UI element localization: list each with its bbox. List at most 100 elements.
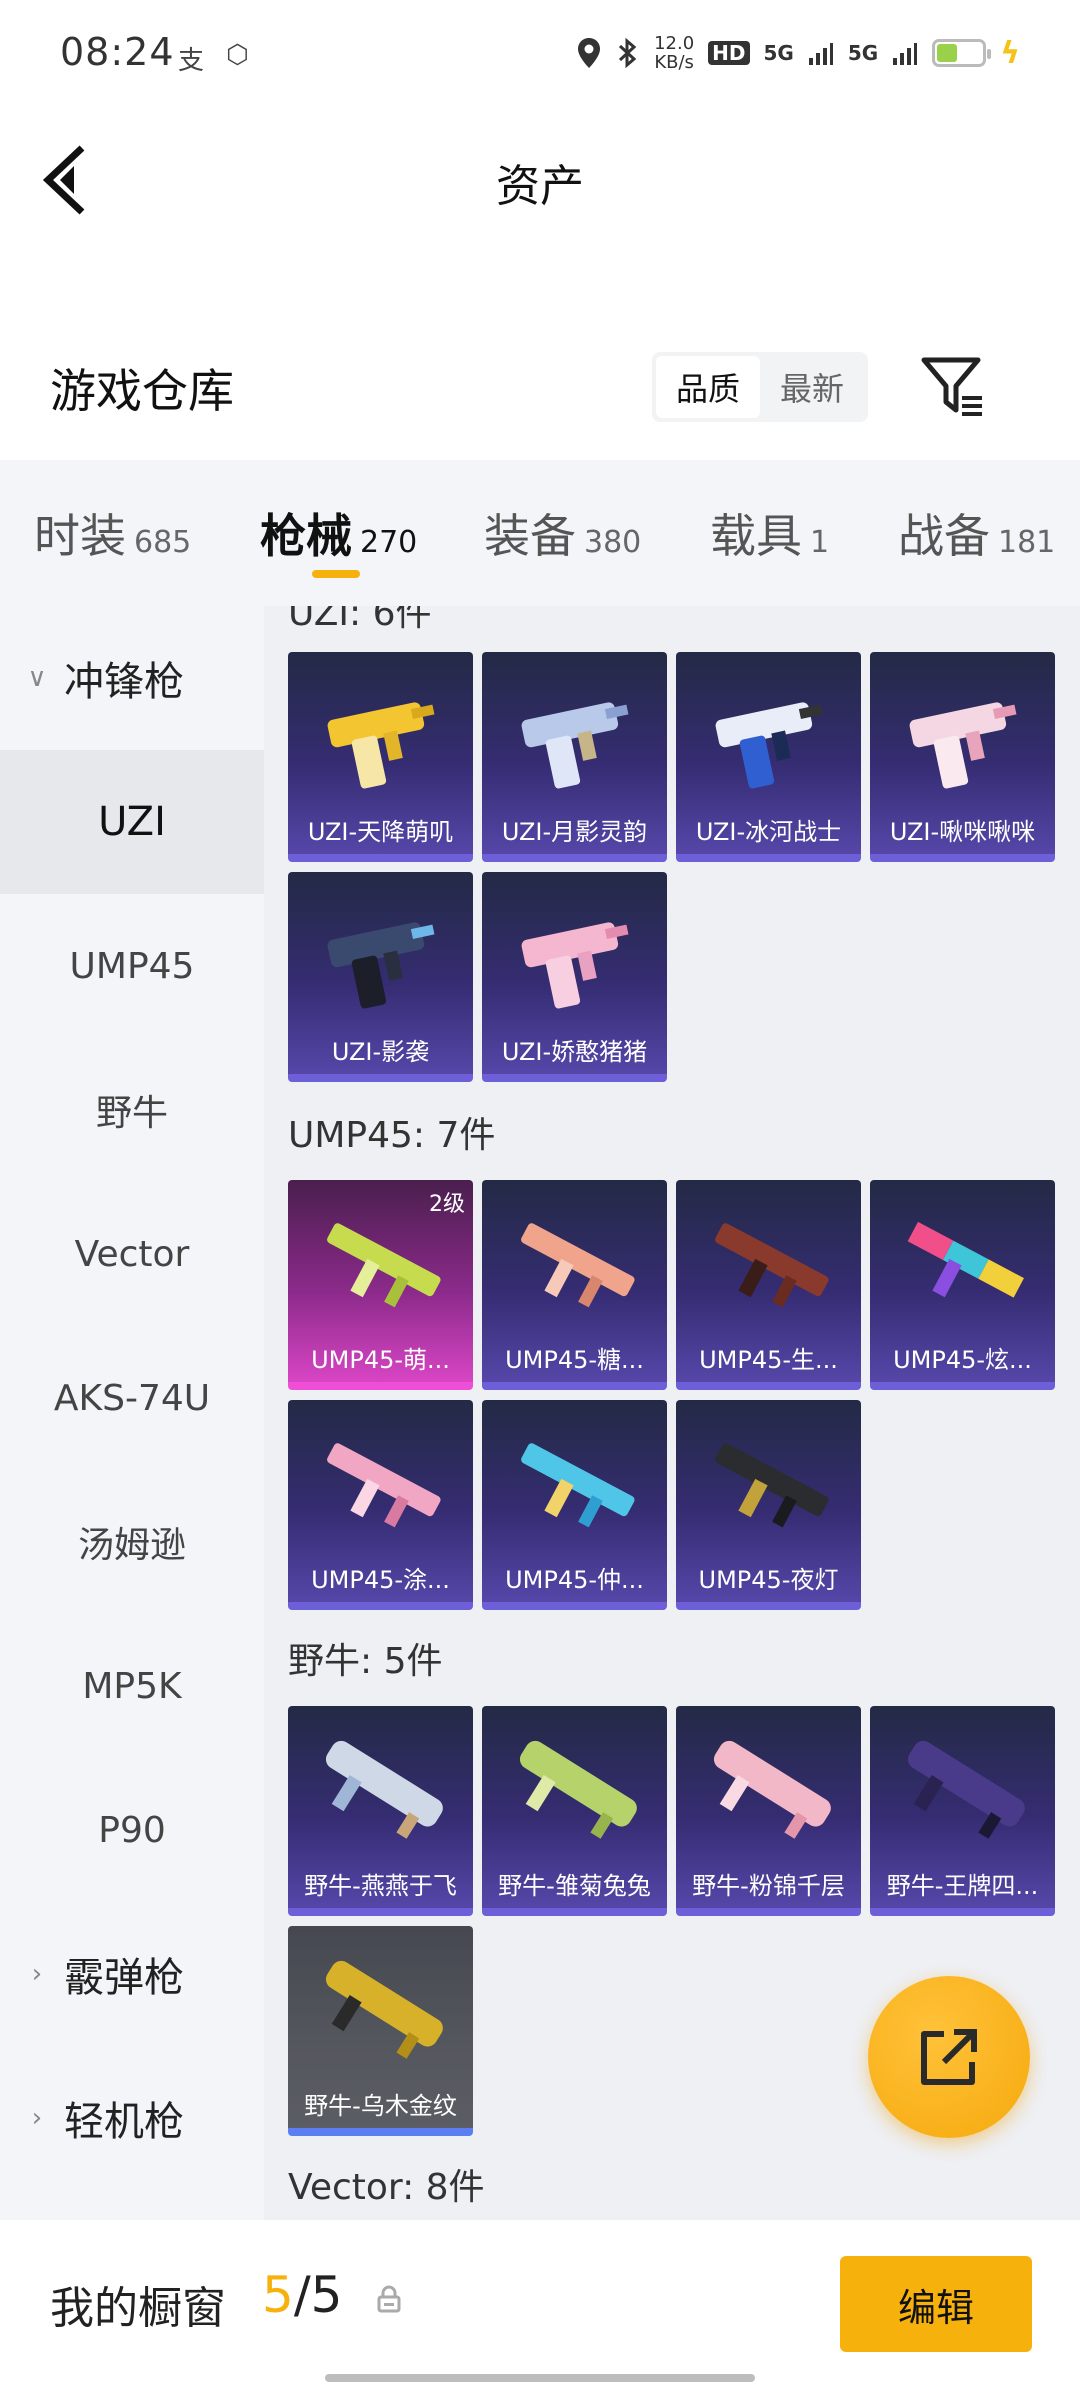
tab-gear[interactable]: 战备 181 xyxy=(898,500,1055,566)
tab-label: 战备 xyxy=(898,509,990,563)
group-title-vector: Vector: 8件 xyxy=(288,2167,485,2208)
page-title: 资产 xyxy=(496,161,584,212)
category-label: 冲锋枪 xyxy=(64,659,184,705)
sidebar-item-uzi[interactable]: UZI xyxy=(0,750,264,894)
bison-gun-icon xyxy=(907,1740,1025,1839)
category-label: 霰弹枪 xyxy=(64,1955,184,2001)
sidebar-item-aks74u[interactable]: AKS-74U xyxy=(0,1326,264,1470)
ump-gun-icon xyxy=(521,1223,635,1308)
lock-icon xyxy=(377,2285,401,2313)
weapon-card[interactable]: UZI-天降萌叽 xyxy=(288,652,473,862)
active-tab-indicator xyxy=(312,570,360,578)
weapon-card[interactable]: UMP45-夜灯 xyxy=(676,1400,861,1610)
charging-icon: ϟ xyxy=(1000,35,1020,71)
weapon-card[interactable]: UMP45-涂... xyxy=(288,1400,473,1610)
weapon-card[interactable]: UMP45-糖... xyxy=(482,1180,667,1390)
filter-icon xyxy=(921,357,982,416)
uzi-gun-icon xyxy=(715,702,823,789)
home-indicator[interactable] xyxy=(325,2374,755,2382)
network-speed: 12.0 KB/s xyxy=(654,34,694,72)
ump-gun-icon xyxy=(907,1221,1024,1298)
weapon-name: UZI-月影灵韵 xyxy=(501,818,648,846)
chevron-right-icon: › xyxy=(31,1959,43,1989)
weapon-card[interactable]: UMP45-仲... xyxy=(482,1400,667,1610)
tab-label: 载具 xyxy=(710,509,802,563)
bison-gun-icon xyxy=(519,1740,637,1839)
weapon-card[interactable]: UZI-月影灵韵 xyxy=(482,652,667,862)
tab-count: 685 xyxy=(134,525,192,560)
signal-5g-2-icon: 5G xyxy=(847,41,879,65)
group-title-bison: 野牛: 5件 xyxy=(288,1641,443,1682)
edit-button[interactable]: 编辑 xyxy=(840,2256,1032,2352)
status-bar: 08:24 支 ⬡ 12.0 KB/s HD 5G 5G ϟ xyxy=(0,0,1080,110)
weapon-card[interactable]: 野牛-粉锦千层 xyxy=(676,1706,861,1916)
showcase-current: 5 xyxy=(262,2266,294,2324)
uzi-gun-icon xyxy=(521,702,629,789)
weapon-card[interactable]: UMP45-生... xyxy=(676,1180,861,1390)
weapon-card[interactable]: UZI-影袭 xyxy=(288,872,473,1082)
category-smg[interactable]: ∨ 冲锋枪 xyxy=(0,606,264,750)
sort-quality-option[interactable]: 品质 xyxy=(656,356,760,418)
tab-count: 1 xyxy=(810,525,830,560)
weapon-sidebar: ∨ 冲锋枪 UZI UMP45 野牛 Vector AKS-74U 汤姆逊 MP5… xyxy=(0,606,264,2220)
signal-bars-1-icon xyxy=(808,43,833,65)
uzi-gun-icon xyxy=(327,922,435,1009)
tab-firearms[interactable]: 枪械 270 xyxy=(260,500,417,566)
filter-button[interactable] xyxy=(918,352,988,422)
weapon-card[interactable]: UZI-冰河战士 xyxy=(676,652,861,862)
sidebar-item-vector[interactable]: Vector xyxy=(0,1182,264,1326)
sort-newest-option[interactable]: 最新 xyxy=(760,356,864,418)
weapon-name: UMP45-生... xyxy=(699,1346,838,1374)
sort-toggle: 品质 最新 xyxy=(652,352,868,422)
tab-count: 380 xyxy=(584,525,642,560)
app-notification-icon: ⬡ xyxy=(226,40,249,70)
sidebar-item-bison[interactable]: 野牛 xyxy=(0,1038,264,1182)
alipay-icon: 支 xyxy=(178,46,205,76)
bison-gun-icon xyxy=(325,1740,443,1839)
weapon-name: UMP45-仲... xyxy=(505,1566,644,1594)
weapon-card[interactable]: 野牛-王牌四... xyxy=(870,1706,1055,1916)
category-lmg[interactable]: › 轻机枪 xyxy=(0,2046,264,2190)
weapon-card[interactable]: 野牛-乌木金纹 xyxy=(288,1926,473,2136)
battery-icon xyxy=(932,39,992,67)
tab-label: 时装 xyxy=(34,509,126,563)
status-time: 08:24 xyxy=(60,30,175,74)
weapon-name: UZI-冰河战士 xyxy=(695,818,842,846)
weapon-name: UMP45-涂... xyxy=(311,1566,450,1594)
sidebar-item-mp5k[interactable]: MP5K xyxy=(0,1614,264,1758)
weapon-card[interactable]: 2级 UMP45-萌... xyxy=(288,1180,473,1390)
uzi-gun-icon xyxy=(327,702,435,789)
ump-gun-icon xyxy=(715,1443,829,1528)
ump-gun-icon xyxy=(327,1223,441,1308)
ump-gun-icon xyxy=(521,1443,635,1528)
ump-gun-icon xyxy=(715,1223,829,1308)
weapon-name: 野牛-燕燕于飞 xyxy=(304,1872,457,1900)
weapon-name: UZI-天降萌叽 xyxy=(307,818,454,846)
category-tabs: 时装 685 枪械 270 装备 380 载具 1 战备 181 xyxy=(0,460,1080,606)
weapon-name: 野牛-雏菊兔兔 xyxy=(498,1872,651,1900)
share-button[interactable] xyxy=(868,1976,1030,2138)
tab-equipment[interactable]: 装备 380 xyxy=(484,500,641,566)
tab-vehicles[interactable]: 载具 1 xyxy=(710,500,829,566)
tab-count: 181 xyxy=(998,525,1056,560)
sidebar-item-p90[interactable]: P90 xyxy=(0,1758,264,1902)
share-icon xyxy=(921,2029,977,2085)
weapon-name: UMP45-夜灯 xyxy=(698,1566,839,1594)
sidebar-item-thompson[interactable]: 汤姆逊 xyxy=(0,1470,264,1614)
weapon-card[interactable]: UZI-啾咪啾咪 xyxy=(870,652,1055,862)
weapon-name: UZI-娇憨猪猪 xyxy=(501,1038,648,1066)
weapon-card[interactable]: UZI-娇憨猪猪 xyxy=(482,872,667,1082)
bison-gun-icon xyxy=(325,1960,443,2059)
weapon-card[interactable]: 野牛-燕燕于飞 xyxy=(288,1706,473,1916)
showcase-label: 我的橱窗 xyxy=(50,2283,226,2334)
weapon-name: 野牛-粉锦千层 xyxy=(692,1872,845,1900)
weapon-card[interactable]: UMP45-炫... xyxy=(870,1180,1055,1390)
sidebar-item-ump45[interactable]: UMP45 xyxy=(0,894,264,1038)
section-title: 游戏仓库 xyxy=(50,364,234,418)
tab-fashion[interactable]: 时装 685 xyxy=(34,500,191,566)
weapon-name: UZI-影袭 xyxy=(331,1038,430,1066)
ump-gun-icon xyxy=(327,1443,441,1528)
category-shotgun[interactable]: › 霰弹枪 xyxy=(0,1902,264,2046)
weapon-card[interactable]: 野牛-雏菊兔兔 xyxy=(482,1706,667,1916)
weapon-name: UMP45-炫... xyxy=(893,1346,1032,1374)
